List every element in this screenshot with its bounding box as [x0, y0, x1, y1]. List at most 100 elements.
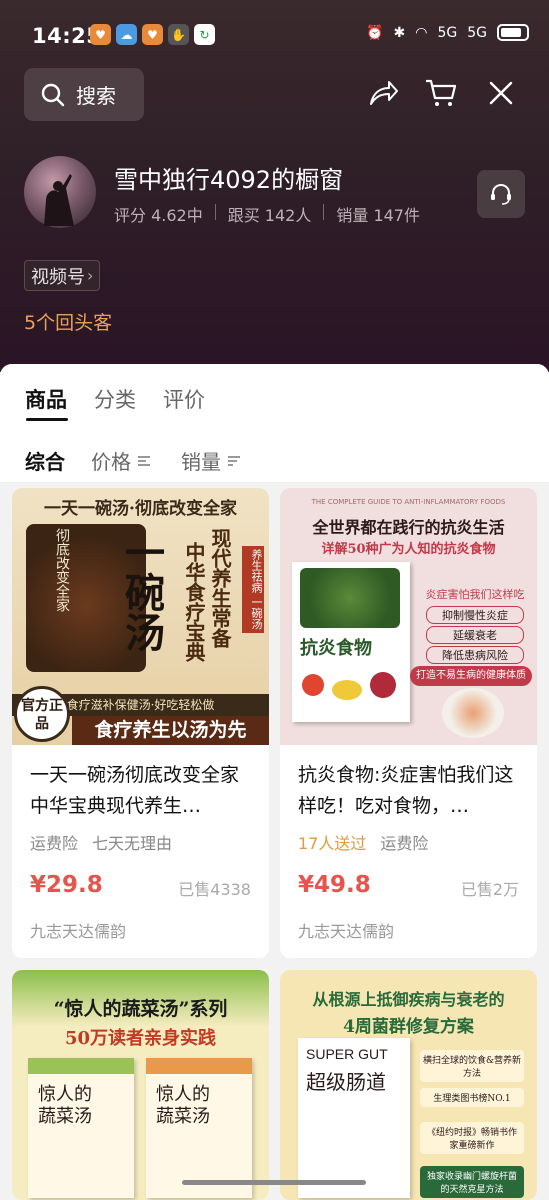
shop-stats: 评分 4.62中 跟买 142人 销量 147件: [114, 202, 420, 226]
product-sold-count: 已售4338: [178, 880, 251, 899]
book-band: [28, 1058, 134, 1074]
cover-bar: 打造不易生病的健康体质: [410, 666, 532, 686]
system-icons: ⏰ ✱ ◠ 5G 5G: [366, 24, 529, 41]
product-shop: 九志天达儒韵: [30, 922, 127, 941]
product-shop: 九志天达儒韵: [298, 922, 395, 941]
sort-icon: [138, 455, 150, 466]
cover-point2: 延缓衰老: [426, 626, 524, 644]
book-cover: 惊人的蔬菜汤: [146, 1058, 252, 1198]
app-notification-icon: ♥: [142, 24, 163, 45]
signal-5g-icon: 5G: [437, 24, 458, 41]
product-card[interactable]: 一天一碗汤·彻底改变全家 一碗汤 彻底改变全家 中华食疗宝典 现代养生常备 养生…: [12, 488, 269, 958]
bluetooth-icon: ✱: [393, 24, 406, 41]
customer-service-button[interactable]: [477, 170, 525, 218]
product-title[interactable]: 抗炎食物:炎症害怕我们这样吃！吃对食物，…: [298, 760, 520, 822]
product-title[interactable]: 一天一碗汤彻底改变全家 中华宝典现代养生…: [30, 760, 252, 822]
close-icon: [489, 81, 513, 105]
product-tags: 运费险 七天无理由: [30, 830, 172, 854]
weather-icon: ☁: [116, 24, 137, 45]
book-title: 抗炎食物: [300, 638, 372, 659]
lemon-image: [332, 680, 362, 700]
signal-5g-icon: 5G: [467, 24, 487, 41]
product-image[interactable]: “惊人的蔬菜汤”系列 50万读者亲身实践 惊人的蔬菜汤 惊人的蔬菜汤: [12, 970, 269, 1200]
cover-line2: 4周菌群修复方案: [343, 1017, 474, 1037]
app-notification-icon: ♥: [90, 24, 111, 45]
cover-point3: 降低患病风险: [426, 646, 524, 664]
cover-line2: 详解50种广为人知的抗炎食物: [321, 542, 496, 557]
shop-avatar[interactable]: [24, 156, 96, 228]
close-button[interactable]: [484, 76, 518, 110]
tab-categories[interactable]: 分类: [94, 384, 136, 414]
tab-products[interactable]: 商品: [25, 384, 67, 414]
battery-icon: [497, 24, 529, 41]
book-cover: SUPER GUT 超级肠道: [298, 1038, 410, 1198]
cover-line1: “惊人的蔬菜汤”系列: [53, 998, 228, 1020]
sort-price-label: 价格: [91, 450, 131, 474]
search-icon: [41, 83, 65, 106]
chevron-right-icon: ›: [87, 266, 94, 285]
cover-bullet1: 横扫全球的饮食&营养新方法: [420, 1050, 524, 1082]
cart-button[interactable]: [424, 76, 458, 110]
search-label: 搜索: [76, 84, 116, 108]
sort-sales[interactable]: 销量: [181, 446, 241, 475]
cover-vertical-text: 彻底改变全家: [54, 528, 70, 612]
product-image[interactable]: THE COMPLETE GUIDE TO ANTI-INFLAMMATORY …: [280, 488, 537, 745]
product-sold-count: 已售2万: [460, 880, 519, 899]
active-tab-indicator: [26, 418, 68, 421]
shop-sales: 销量 147件: [336, 206, 420, 225]
channel-label: 视频号: [31, 266, 85, 288]
wifi-icon: ◠: [415, 24, 428, 41]
product-card[interactable]: 从根源上抵御疾病与衰老的 4周菌群修复方案 SUPER GUT 超级肠道 横扫全…: [280, 970, 537, 1200]
product-card[interactable]: THE COMPLETE GUIDE TO ANTI-INFLAMMATORY …: [280, 488, 537, 958]
sort-overall[interactable]: 综合: [25, 446, 65, 475]
shop-title: 雪中独行4092的橱窗: [114, 166, 344, 194]
cover-sub2: 现代养生常备: [208, 528, 232, 648]
cover-english: THE COMPLETE GUIDE TO ANTI-INFLAMMATORY …: [311, 498, 506, 506]
alarm-icon: ⏰: [366, 24, 384, 41]
sync-icon: ↻: [194, 24, 215, 45]
returning-customers: 5个回头客: [24, 312, 113, 334]
notification-icons: ♥ ☁ ♥ ✋ ↻: [90, 24, 215, 45]
book-cover: 惊人的蔬菜汤: [28, 1058, 134, 1198]
cover-bullet3: 《纽约时报》畅销书作家重磅新作: [420, 1122, 524, 1154]
book-band: [146, 1058, 252, 1074]
tab-reviews[interactable]: 评价: [163, 384, 205, 414]
tag-gifted: 17人送过: [298, 834, 367, 853]
cart-icon: [426, 79, 457, 106]
search-button[interactable]: 搜索: [24, 68, 144, 121]
product-image[interactable]: 一天一碗汤·彻底改变全家 一碗汤 彻底改变全家 中华食疗宝典 现代养生常备 养生…: [12, 488, 269, 745]
salad-plate-image: [442, 688, 504, 738]
tabs-area: [0, 364, 549, 482]
berry-image: [370, 672, 396, 698]
channel-link[interactable]: 视频号 ›: [24, 260, 101, 291]
hand-icon: ✋: [168, 24, 189, 45]
cover-line1: 全世界都在践行的抗炎生活: [312, 518, 505, 537]
status-bar: 14:25 ♥ ☁ ♥ ✋ ↻ ⏰ ✱ ◠ 5G 5G: [0, 0, 549, 72]
book-title: 惊人的蔬菜汤: [156, 1084, 210, 1127]
cover-question: 炎症害怕我们这样吃: [425, 588, 525, 601]
official-badge: 官方正品: [14, 686, 70, 742]
tag-shipping-insurance: 运费险: [380, 834, 429, 853]
share-button[interactable]: [366, 76, 400, 110]
divider: [214, 204, 216, 220]
product-price: ¥49.8: [298, 872, 371, 898]
cover-side-tag: 养生祛病 一碗汤: [242, 546, 264, 633]
cover-line2: 50万读者亲身实践: [64, 1028, 217, 1049]
share-icon: [370, 81, 398, 105]
tomato-image: [302, 674, 324, 696]
cover-bullet4: 独家收录幽门螺旋杆菌的天然克星方法: [420, 1166, 524, 1198]
shop-rating: 评分 4.62中: [114, 206, 203, 225]
book-cover: 抗炎食物: [292, 562, 410, 722]
divider: [323, 204, 325, 220]
sort-icon: [228, 455, 240, 466]
cover-big-title: 一碗汤: [118, 532, 165, 652]
headset-icon: [491, 183, 511, 205]
product-card[interactable]: “惊人的蔬菜汤”系列 50万读者亲身实践 惊人的蔬菜汤 惊人的蔬菜汤: [12, 970, 269, 1200]
product-image[interactable]: 从根源上抵御疾病与衰老的 4周菌群修复方案 SUPER GUT 超级肠道 横扫全…: [280, 970, 537, 1200]
sort-price[interactable]: 价格: [91, 446, 151, 475]
cover-line1: 从根源上抵御疾病与衰老的: [312, 990, 505, 1009]
product-tags: 17人送过 运费险: [298, 830, 428, 854]
cover-banner: 一天一碗汤·彻底改变全家: [44, 499, 237, 519]
cover-sub1: 中华食疗宝典: [182, 542, 206, 662]
home-indicator[interactable]: [182, 1180, 366, 1185]
